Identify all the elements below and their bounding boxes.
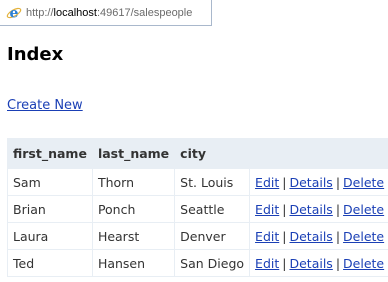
delete-link[interactable]: Delete <box>343 256 384 271</box>
action-separator: | <box>335 255 341 271</box>
header-first-name: first_name <box>7 138 93 169</box>
delete-link[interactable]: Delete <box>343 202 384 217</box>
delete-link[interactable]: Delete <box>343 229 384 244</box>
table-header-row: first_name last_name city <box>7 138 388 169</box>
url-text[interactable]: http://localhost:49617/salespeople <box>26 7 192 19</box>
cell-last-name: Ponch <box>91 195 176 223</box>
cell-first-name: Sam <box>7 168 93 196</box>
internet-explorer-icon: e <box>6 5 22 21</box>
salespeople-table: first_name last_name city Sam Thorn St. Lo… <box>7 138 388 277</box>
cell-first-name: Laura <box>7 222 93 250</box>
table-row: Brian Ponch Seattle Edit | Details | Delete <box>7 195 388 223</box>
cell-city: St. Louis <box>174 168 251 196</box>
edit-link[interactable]: Edit <box>255 175 279 190</box>
details-link[interactable]: Details <box>289 175 332 190</box>
page-title: Index <box>7 44 64 65</box>
cell-city: San Diego <box>174 249 251 277</box>
cell-last-name: Hearst <box>91 222 176 250</box>
cell-actions: Edit | Details | Delete <box>249 168 388 196</box>
edit-link[interactable]: Edit <box>255 202 279 217</box>
create-new-link[interactable]: Create New <box>7 98 83 113</box>
url-path: :49617/salespeople <box>96 6 193 19</box>
edit-link[interactable]: Edit <box>255 229 279 244</box>
delete-link[interactable]: Delete <box>343 175 384 190</box>
action-separator: | <box>335 174 341 190</box>
table-row: Ted Hansen San Diego Edit | Details | Delete <box>7 249 388 277</box>
cell-actions: Edit | Details | Delete <box>249 195 388 223</box>
edit-link[interactable]: Edit <box>255 256 279 271</box>
action-separator: | <box>335 201 341 217</box>
svg-text:e: e <box>10 5 19 21</box>
table-row: Laura Hearst Denver Edit | Details | Delete <box>7 222 388 250</box>
action-separator: | <box>335 228 341 244</box>
cell-first-name: Brian <box>7 195 93 223</box>
header-actions <box>249 138 388 169</box>
address-bar[interactable]: e http://localhost:49617/salespeople <box>0 0 212 26</box>
action-separator: | <box>282 228 287 244</box>
cell-actions: Edit | Details | Delete <box>249 222 388 250</box>
cell-last-name: Hansen <box>91 249 176 277</box>
action-separator: | <box>282 201 287 217</box>
cell-first-name: Ted <box>7 249 93 277</box>
details-link[interactable]: Details <box>289 202 332 217</box>
cell-city: Denver <box>174 222 251 250</box>
action-separator: | <box>282 255 287 271</box>
action-separator: | <box>282 174 287 190</box>
details-link[interactable]: Details <box>289 256 332 271</box>
url-prefix: http:// <box>26 6 54 19</box>
header-city: city <box>174 138 251 169</box>
cell-last-name: Thorn <box>91 168 176 196</box>
details-link[interactable]: Details <box>289 229 332 244</box>
table-row: Sam Thorn St. Louis Edit | Details | Delete <box>7 168 388 196</box>
cell-actions: Edit | Details | Delete <box>249 249 388 277</box>
header-last-name: last_name <box>91 138 176 169</box>
url-host: localhost <box>53 6 97 19</box>
cell-city: Seattle <box>174 195 251 223</box>
